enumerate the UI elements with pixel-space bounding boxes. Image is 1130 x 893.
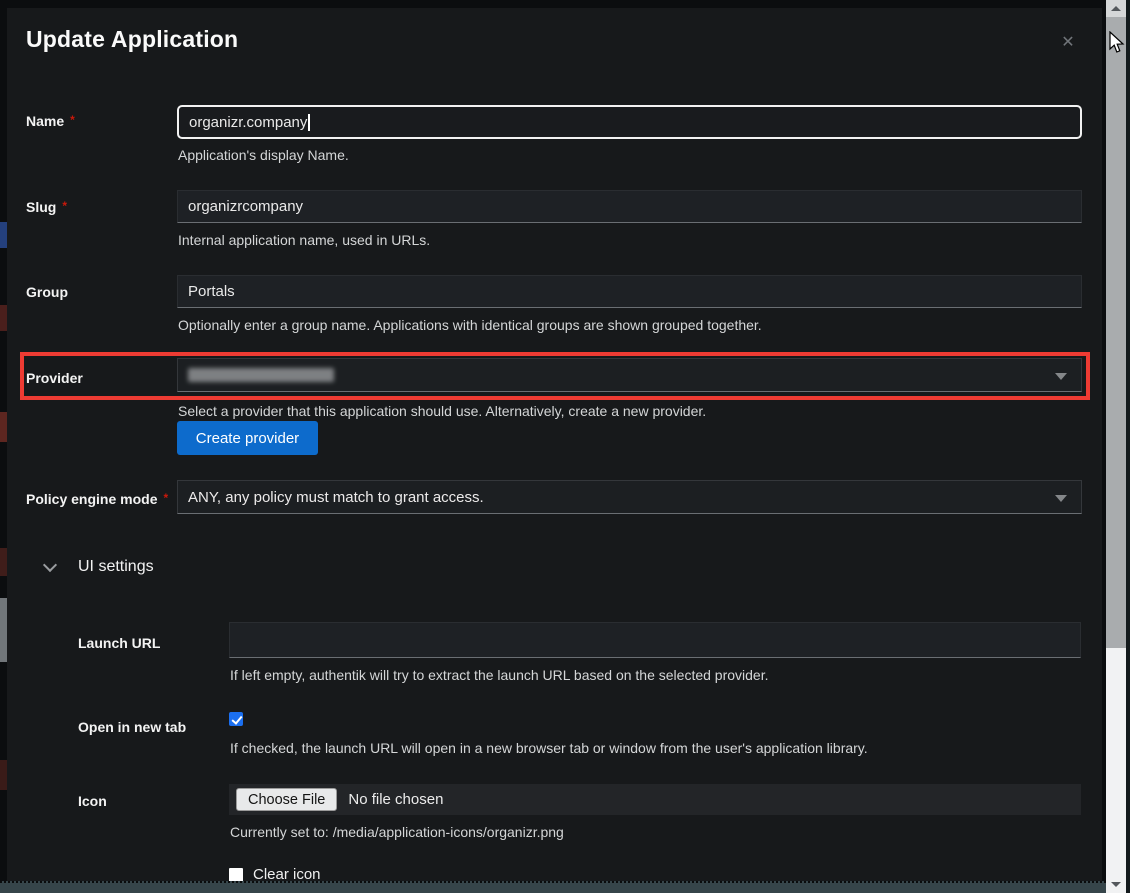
slug-help-text: Internal application name, used in URLs. [178,232,430,248]
backdrop-fragment [0,598,7,662]
icon-label: Icon [78,793,107,809]
launch-url-input[interactable] [229,622,1081,658]
page-behind-modal-strip [0,881,1106,893]
provider-select[interactable] [177,358,1082,392]
required-asterisk: * [163,491,168,505]
name-label: Name* [26,113,75,129]
icon-help-text: Currently set to: /media/application-ico… [230,824,564,840]
name-input-value: organizr.company [189,114,307,131]
policy-engine-mode-select[interactable]: ANY, any policy must match to grant acce… [177,480,1082,514]
group-input[interactable] [177,275,1082,308]
icon-file-input[interactable]: Choose File No file chosen [229,784,1081,815]
name-input[interactable]: organizr.company [177,105,1082,139]
chevron-down-icon [1055,495,1067,502]
slug-label: Slug* [26,199,67,215]
required-asterisk: * [70,113,75,127]
clear-icon-checkbox[interactable] [229,868,243,881]
close-icon[interactable]: ✕ [1057,32,1079,54]
window-edge [1126,0,1130,893]
backdrop-fragment [0,548,7,576]
update-application-modal: Update Application ✕ Name* organizr.comp… [7,8,1102,881]
open-in-new-tab-label: Open in new tab [78,719,186,735]
text-caret [308,114,310,131]
group-help-text: Optionally enter a group name. Applicati… [178,317,762,333]
provider-help-text: Select a provider that this application … [178,403,706,419]
chevron-down-icon [1055,373,1067,380]
redacted-provider-value [188,368,334,382]
group-label: Group [26,284,68,300]
backdrop-fragment [0,412,7,442]
open-in-new-tab-help-text: If checked, the launch URL will open in … [230,740,868,756]
launch-url-label: Launch URL [78,635,160,651]
policy-engine-mode-label: Policy engine mode* [26,491,168,507]
backdrop-fragment [0,305,7,331]
required-asterisk: * [62,199,67,213]
ui-settings-section-label: UI settings [78,558,154,576]
clear-icon-label: Clear icon [253,866,321,881]
choose-file-button[interactable]: Choose File [236,788,337,811]
open-in-new-tab-checkbox[interactable] [229,712,243,726]
vertical-scrollbar[interactable] [1106,0,1126,893]
chevron-down-icon [43,558,57,572]
scrollbar-thumb[interactable] [1106,17,1126,648]
policy-engine-mode-value: ANY, any policy must match to grant acce… [188,489,484,506]
slug-input[interactable] [177,190,1082,223]
backdrop-fragment [0,222,7,248]
launch-url-help-text: If left empty, authentik will try to ext… [230,667,769,683]
scrollbar-up-arrow[interactable] [1106,0,1126,17]
file-status-text: No file chosen [348,791,443,808]
scrollbar-down-arrow[interactable] [1106,875,1126,893]
provider-label: Provider [26,370,83,386]
name-help-text: Application's display Name. [178,147,349,163]
backdrop-fragment [0,760,7,790]
modal-title: Update Application [26,26,238,53]
create-provider-button[interactable]: Create provider [177,421,318,455]
